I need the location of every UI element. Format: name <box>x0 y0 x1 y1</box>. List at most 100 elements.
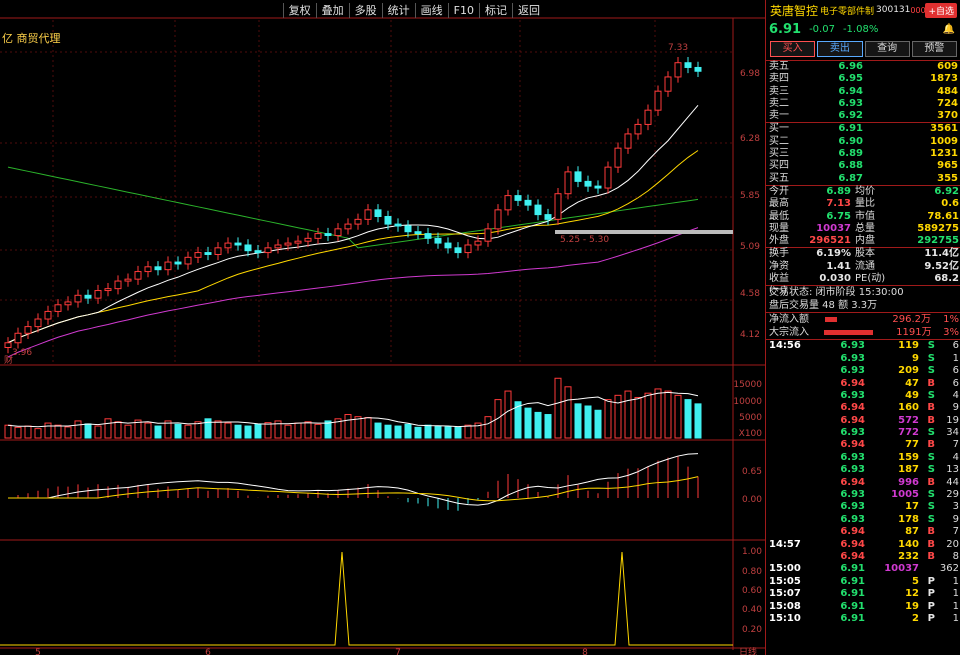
tick-volume: 87 <box>905 526 919 538</box>
tick-row[interactable]: 6.94 87 B 7 <box>766 526 960 538</box>
toolbar-button-6[interactable]: 标记 <box>479 3 512 18</box>
order-qty: 484 <box>937 85 958 97</box>
tick-row[interactable]: 14:56 6.93 119 S 6 <box>766 340 960 352</box>
volume-axis-label: X100 <box>739 429 763 439</box>
orderbook-row[interactable]: 买五 6.87 355 <box>766 173 960 185</box>
tick-row[interactable]: 14:57 6.94 140 B 20 <box>766 539 960 551</box>
tick-side <box>919 563 935 575</box>
orderbook-row[interactable]: 买一 6.91 3561 <box>766 123 960 135</box>
toolbar-button-2[interactable]: 多股 <box>348 3 382 18</box>
tick-row[interactable]: 6.93 9 S 1 <box>766 353 960 365</box>
period-tab-daily[interactable]: 日线 <box>739 646 757 655</box>
tick-time: 15:08 <box>769 600 801 612</box>
volume-axis-label: 15000 <box>733 380 762 390</box>
tick-volume: 77 <box>905 439 919 451</box>
tick-count: 3 <box>952 501 959 513</box>
buy-button[interactable]: 买入 <box>770 41 816 57</box>
high-annotation: 7.33 <box>668 43 688 53</box>
toolbar-button-1[interactable]: 叠加 <box>315 3 349 18</box>
tick-volume: 572 <box>898 414 919 426</box>
add-watchlist-button[interactable]: +自选 <box>925 3 957 18</box>
signal-axis-label: 0.20 <box>742 625 762 635</box>
toolbar-button-5[interactable]: F10 <box>447 3 479 18</box>
price-axis-label: 6.28 <box>740 134 760 144</box>
toolbar-button-0[interactable]: 复权 <box>282 3 316 18</box>
tick-row[interactable]: 6.93 178 S 9 <box>766 514 960 526</box>
tick-row[interactable]: 6.93 159 S 4 <box>766 452 960 464</box>
candle-body <box>64 301 72 306</box>
orderbook-row[interactable]: 卖三 6.94 484 <box>766 86 960 98</box>
volume-bar <box>24 425 32 439</box>
tick-volume: 209 <box>898 365 919 377</box>
volume-bar <box>44 422 52 439</box>
price-axis-label: 4.58 <box>740 289 760 299</box>
tick-row[interactable]: 6.93 772 S 34 <box>766 427 960 439</box>
query-button[interactable]: 查询 <box>864 41 910 57</box>
toolbar-button-4[interactable]: 画线 <box>414 3 448 18</box>
orderbook-row[interactable]: 买四 6.88 965 <box>766 160 960 172</box>
volume-bar <box>444 426 452 439</box>
order-qty: 1873 <box>930 73 958 85</box>
candle-body <box>84 294 92 299</box>
tick-row[interactable]: 6.94 232 B 8 <box>766 551 960 563</box>
tick-volume: 232 <box>898 550 919 562</box>
tick-row[interactable]: 6.93 17 S 3 <box>766 501 960 513</box>
candle-body <box>44 310 52 320</box>
macd-axis-label: 0.65 <box>742 467 762 477</box>
flow-pct: 3% <box>943 327 959 339</box>
orderbook-row[interactable]: 买二 6.90 1009 <box>766 136 960 148</box>
orderbook-row[interactable]: 卖二 6.93 724 <box>766 98 960 110</box>
tick-count: 6 <box>952 365 959 377</box>
orderbook-row[interactable]: 卖四 6.95 1873 <box>766 73 960 85</box>
tick-row[interactable]: 6.93 209 S 6 <box>766 365 960 377</box>
tick-row[interactable]: 6.94 996 B 44 <box>766 477 960 489</box>
tick-row[interactable]: 6.94 572 B 19 <box>766 415 960 427</box>
volume-bar <box>594 409 602 439</box>
orderbook-row[interactable]: 卖一 6.92 370 <box>766 110 960 122</box>
ma-line-10 <box>7 105 699 344</box>
tick-row[interactable]: 6.94 160 B 9 <box>766 402 960 414</box>
stat-label-2: 市值 <box>855 210 875 222</box>
tick-row[interactable]: 15:05 6.91 5 P 1 <box>766 576 960 588</box>
volume-bar <box>314 423 322 439</box>
tick-side: B <box>927 414 935 426</box>
tick-row[interactable]: 6.94 47 B 6 <box>766 378 960 390</box>
alert-button[interactable]: 预警 <box>911 41 957 57</box>
volume-bar <box>644 392 652 439</box>
tick-row[interactable]: 15:10 6.91 2 P 1 <box>766 613 960 625</box>
volume-bar <box>564 386 572 439</box>
tick-row[interactable]: 6.93 1005 S 29 <box>766 489 960 501</box>
tick-side: B <box>927 402 935 414</box>
tick-list[interactable]: 14:56 6.93 119 S 6 6.93 9 S 1 6.93 209 S 6 6.94 47 B 6 6.… <box>766 340 960 625</box>
volume-bar <box>104 418 112 439</box>
orderbook-row[interactable]: 买三 6.89 1231 <box>766 148 960 160</box>
alert-bell-icon[interactable]: 🔔 <box>943 24 955 35</box>
tick-row[interactable]: 6.94 77 B 7 <box>766 439 960 451</box>
stat-value-2: 0.6 <box>941 198 959 210</box>
toolbar-button-7[interactable]: 返回 <box>512 3 545 18</box>
volume-bar <box>54 424 62 439</box>
tick-row[interactable]: 15:00 6.91 10037 362 <box>766 563 960 575</box>
candle-body <box>94 290 102 299</box>
signal-line <box>0 551 733 646</box>
tick-volume: 2 <box>912 612 919 624</box>
candle-body <box>164 261 172 271</box>
stock-name[interactable]: 英唐智控 <box>770 2 818 19</box>
tick-side: S <box>927 352 935 364</box>
tick-time <box>766 501 821 513</box>
sell-button[interactable]: 卖出 <box>817 41 863 57</box>
volume-bar <box>414 426 422 439</box>
candle-body <box>424 233 432 239</box>
toolbar-button-3[interactable]: 统计 <box>381 3 415 18</box>
kline-chart-area[interactable]: 7.33 3.96 5.25 - 5.30 财 6.98 6.28 5.85 5.09 4.58… <box>0 0 765 655</box>
tick-row[interactable]: 6.93 187 S 13 <box>766 464 960 476</box>
stat-label: 外盘 <box>769 235 789 247</box>
tick-count: 13 <box>946 464 959 476</box>
tick-row[interactable]: 6.93 49 S 4 <box>766 390 960 402</box>
tick-row[interactable]: 15:07 6.91 12 P 1 <box>766 588 960 600</box>
candle-body <box>214 247 222 255</box>
candle-body <box>194 252 202 258</box>
tick-row[interactable]: 15:08 6.91 19 P 1 <box>766 601 960 613</box>
stock-industry-label: 亿 商贸代理 <box>2 32 61 45</box>
orderbook-row[interactable]: 卖五 6.96 609 <box>766 61 960 73</box>
